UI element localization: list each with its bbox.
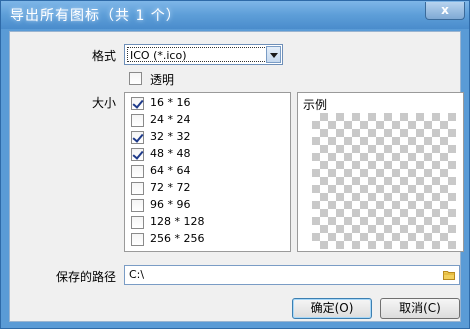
- size-list: 16 * 16 24 * 24 32 * 32 48 * 48 64 * 64 …: [124, 92, 291, 252]
- size-item-label: 48 * 48: [150, 147, 191, 160]
- size-item[interactable]: 16 * 16: [125, 95, 290, 112]
- size-item[interactable]: 128 * 128: [125, 214, 290, 231]
- size-item-label: 128 * 128: [150, 215, 205, 228]
- size-item[interactable]: 48 * 48: [125, 146, 290, 163]
- format-label: 格式: [92, 49, 117, 63]
- size-item[interactable]: 64 * 64: [125, 163, 290, 180]
- size-item[interactable]: 96 * 96: [125, 197, 290, 214]
- size-checkbox[interactable]: [131, 114, 144, 127]
- title-bar[interactable]: 导出所有图标（共 1 个） x: [1, 1, 469, 29]
- ok-button[interactable]: 确定(O): [292, 298, 372, 319]
- close-icon: x: [441, 3, 449, 17]
- size-item-label: 256 * 256: [150, 232, 205, 245]
- size-item-label: 32 * 32: [150, 130, 191, 143]
- transparent-checkbox[interactable]: [129, 72, 142, 85]
- size-checkbox[interactable]: [131, 97, 144, 110]
- folder-icon[interactable]: [443, 270, 455, 280]
- size-checkbox[interactable]: [131, 216, 144, 229]
- save-path-value: C:\: [129, 268, 145, 281]
- size-item[interactable]: 256 * 256: [125, 231, 290, 248]
- size-checkbox[interactable]: [131, 148, 144, 161]
- dialog-body: 格式 ICO (*.ico) 透明 大小 16 * 16 24 * 24 32 …: [9, 31, 464, 322]
- format-dropdown[interactable]: ICO (*.ico): [124, 44, 283, 65]
- chevron-down-icon[interactable]: [266, 46, 281, 63]
- size-label: 大小: [92, 96, 117, 110]
- dialog-window: 导出所有图标（共 1 个） x 格式 ICO (*.ico) 透明 大小 16 …: [0, 0, 470, 329]
- size-item-label: 24 * 24: [150, 113, 191, 126]
- size-item[interactable]: 32 * 32: [125, 129, 290, 146]
- size-item-label: 64 * 64: [150, 164, 191, 177]
- transparent-label: 透明: [150, 73, 175, 87]
- size-checkbox[interactable]: [131, 131, 144, 144]
- transparency-checkerboard: [312, 113, 456, 249]
- size-item-label: 72 * 72: [150, 181, 191, 194]
- save-path-input[interactable]: C:\: [124, 265, 460, 285]
- save-path-label: 保存的路径: [56, 270, 117, 284]
- size-checkbox[interactable]: [131, 233, 144, 246]
- size-item[interactable]: 72 * 72: [125, 180, 290, 197]
- size-checkbox[interactable]: [131, 199, 144, 212]
- format-selected-value: ICO (*.ico): [127, 47, 267, 62]
- preview-panel: 示例: [297, 92, 464, 252]
- cancel-button[interactable]: 取消(C): [380, 298, 460, 319]
- preview-label: 示例: [303, 98, 328, 112]
- window-title: 导出所有图标（共 1 个）: [10, 8, 181, 24]
- size-checkbox[interactable]: [131, 165, 144, 178]
- size-item[interactable]: 24 * 24: [125, 112, 290, 129]
- size-item-label: 96 * 96: [150, 198, 191, 211]
- size-item-label: 16 * 16: [150, 96, 191, 109]
- size-checkbox[interactable]: [131, 182, 144, 195]
- close-button[interactable]: x: [425, 2, 465, 20]
